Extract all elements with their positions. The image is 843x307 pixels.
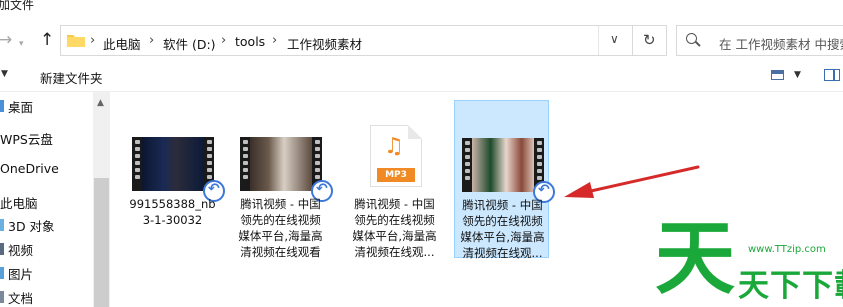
address-history-dropdown[interactable]: ∨ (598, 26, 632, 55)
film-strip (462, 138, 472, 192)
film-strip (132, 137, 142, 191)
breadcrumb-separator-icon: › (221, 33, 227, 48)
view-options-icon[interactable] (771, 70, 784, 80)
sidebar-item-documents[interactable]: 文档 (8, 288, 33, 307)
file-tile[interactable]: 991558388_nb3-1-30032 (125, 100, 225, 258)
video-thumbnail (462, 138, 544, 192)
window-title: 加文件 (0, 0, 35, 12)
pictures-icon (0, 267, 4, 279)
file-tile[interactable]: ♫ MP3 腾讯视频 - 中国领先的在线视频媒体平台,海量高清视频在线观... (347, 100, 442, 259)
search-input[interactable]: 在 工作视频素材 中搜索 (719, 34, 843, 53)
organize-dropdown-icon[interactable]: ▼ (1, 69, 8, 79)
mp3-file-icon: ♫ MP3 (370, 125, 422, 187)
breadcrumb-separator-icon: › (272, 33, 278, 48)
video-frame (472, 138, 534, 192)
view-options-dropdown-icon[interactable]: ▼ (794, 70, 801, 80)
video-thumbnail (132, 137, 214, 191)
search-icon (686, 33, 697, 44)
file-name: 991558388_nb3-1-30032 (129, 197, 216, 227)
3d-objects-icon (0, 219, 4, 231)
sidebar-scrollbar[interactable]: ▲ (93, 92, 110, 307)
folder-icon (67, 35, 85, 47)
refresh-icon: ↻ (643, 31, 656, 49)
breadcrumb-drive-d[interactable]: 软件 (D:) (163, 34, 216, 53)
breadcrumb-current-folder[interactable]: 工作视频素材 (287, 34, 362, 53)
sidebar-item-pictures[interactable]: 图片 (8, 264, 33, 283)
scroll-up-icon[interactable]: ▲ (97, 98, 104, 108)
file-name: 腾讯视频 - 中国领先的在线视频媒体平台,海量高清视频在线观... (460, 198, 545, 260)
videos-icon (0, 243, 4, 255)
film-strip (240, 137, 250, 191)
scrollbar-thumb[interactable] (94, 178, 109, 307)
preview-pane-icon[interactable] (824, 69, 840, 81)
sidebar-item-wps-cloud[interactable]: WPS云盘 (0, 129, 53, 148)
watermark-text: 天下下載 (738, 268, 843, 304)
watermark-url: www.TTzip.com (748, 244, 826, 255)
breadcrumb-this-pc[interactable]: 此电脑 (103, 34, 141, 53)
file-name: 腾讯视频 - 中国领先的在线视频媒体平台,海量高清视频在线观看 (238, 197, 323, 259)
music-note-icon: ♫ (384, 134, 404, 159)
annotation-arrow (564, 165, 700, 198)
breadcrumb-separator-icon: › (149, 33, 155, 48)
sidebar-item-this-pc[interactable]: 此电脑 (0, 193, 38, 212)
breadcrumb-tools[interactable]: tools (235, 34, 265, 49)
video-frame (250, 137, 312, 191)
back-arrow-icon[interactable]: → (0, 31, 12, 49)
command-toolbar: ▼ 新建文件夹 ▼ (0, 60, 843, 92)
new-folder-button[interactable]: 新建文件夹 (40, 68, 103, 87)
sidebar-item-desktop[interactable]: 桌面 (8, 97, 33, 116)
page-fold (408, 125, 422, 139)
sidebar-item-videos[interactable]: 视频 (8, 240, 33, 259)
search-box[interactable]: 在 工作视频素材 中搜索 (676, 25, 843, 56)
breadcrumb-separator-icon: › (90, 33, 96, 48)
video-thumbnail (240, 137, 322, 191)
file-name: 腾讯视频 - 中国领先的在线视频媒体平台,海量高清视频在线观... (352, 197, 437, 259)
watermark-logo-character: 天 (655, 211, 735, 305)
window-title-strip: 加文件 (0, 0, 843, 22)
desktop-icon (0, 100, 4, 112)
documents-icon (0, 291, 4, 303)
file-tile[interactable]: 腾讯视频 - 中国领先的在线视频媒体平台,海量高清视频在线观看 (233, 100, 333, 259)
up-arrow-icon[interactable]: ↑ (40, 31, 54, 49)
address-bar[interactable]: › 此电脑 › 软件 (D:) › tools › 工作视频素材 ∨ (60, 25, 633, 56)
file-tile-selected[interactable]: 腾讯视频 - 中国领先的在线视频媒体平台,海量高清视频在线观... (454, 100, 555, 260)
chevron-down-icon: ∨ (610, 32, 619, 46)
navigation-bar: → ▾ ↑ › 此电脑 › 软件 (D:) › tools › 工作视频素材 ∨… (0, 22, 843, 60)
sidebar-item-3d-objects[interactable]: 3D 对象 (8, 216, 55, 235)
sidebar-item-onedrive[interactable]: OneDrive (0, 161, 59, 176)
mp3-badge: MP3 (377, 168, 415, 182)
recent-locations-icon[interactable]: ▾ (19, 35, 24, 53)
video-frame (142, 137, 204, 191)
refresh-button[interactable]: ↻ (633, 25, 667, 56)
